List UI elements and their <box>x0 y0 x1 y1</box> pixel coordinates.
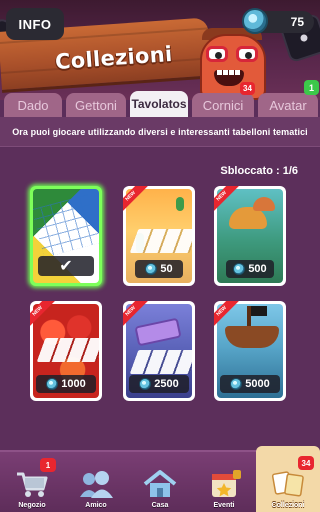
gem-icon <box>230 378 243 390</box>
unlocked-counter: Sbloccato : 1/6 <box>220 165 298 177</box>
board-card-jungle[interactable]: NEW 500 <box>214 186 286 286</box>
shop-notification-badge: 1 <box>40 458 56 472</box>
board-collection-grid: Sbloccato : 1/6 ✔ NEW 50 NEW 500 NEW 100… <box>0 148 320 450</box>
gem-icon <box>242 8 268 34</box>
nav-label: Amico <box>85 502 107 509</box>
collections-notification-badge: 34 <box>298 456 314 470</box>
gem-icon <box>233 263 246 275</box>
friends-icon <box>80 471 113 498</box>
cart-icon <box>17 472 48 497</box>
description-banner: Ora puoi giocare utilizzando diversi e i… <box>0 117 320 147</box>
price-tag: 50 <box>135 260 183 278</box>
mascot-avatar <box>192 26 274 100</box>
tab-tavolatos[interactable]: Tavolatos <box>130 91 188 117</box>
tab-gettoni[interactable]: Gettoni <box>66 93 126 117</box>
collection-tabs: Dado Gettoni Tavolatos Cornici Avatar <box>0 91 320 117</box>
bottom-nav: Negozio Amico Casa Eventi Collezioni 1 3… <box>0 446 320 512</box>
tab-avatar[interactable]: Avatar <box>258 93 318 117</box>
price-tag: 2500 <box>129 375 189 393</box>
board-card-pirate[interactable]: NEW 5000 <box>214 301 286 401</box>
gem-icon <box>139 378 152 390</box>
nav-label: Negozio <box>18 502 46 509</box>
price-value: 1000 <box>61 378 86 390</box>
price-value: 50 <box>160 263 173 275</box>
checkmark-icon: ✔ <box>38 256 94 276</box>
board-card-fruit[interactable]: NEW 1000 <box>30 301 102 401</box>
gem-icon <box>46 378 59 390</box>
home-icon <box>143 470 177 497</box>
nav-label: Eventi <box>213 502 235 509</box>
nav-label: Casa <box>151 502 169 509</box>
gem-balance[interactable]: 75 <box>242 8 314 34</box>
gem-icon <box>145 263 158 275</box>
price-tag: 500 <box>226 260 274 278</box>
price-tag: 1000 <box>36 375 96 393</box>
nav-casa[interactable]: Casa <box>128 452 192 512</box>
tab-cornici[interactable]: Cornici <box>192 93 254 117</box>
gem-count: 75 <box>290 15 304 29</box>
price-value: 2500 <box>154 378 179 390</box>
mascot-notification-badge: 34 <box>240 82 255 95</box>
price-value: 5000 <box>245 378 270 390</box>
price-tag: 5000 <box>220 375 280 393</box>
nav-amico[interactable]: Amico <box>64 452 128 512</box>
collections-icon <box>271 471 304 497</box>
board-card-ocean[interactable]: NEW 2500 <box>123 301 195 401</box>
board-card-desert[interactable]: NEW 50 <box>123 186 195 286</box>
avatar-tab-badge: 1 <box>304 80 319 95</box>
tab-dado[interactable]: Dado <box>4 93 62 117</box>
events-icon <box>212 470 241 497</box>
price-value: 500 <box>248 263 267 275</box>
nav-eventi[interactable]: Eventi <box>192 452 256 512</box>
nav-label: Collezioni <box>271 502 305 509</box>
board-card-classic[interactable]: ✔ <box>30 186 102 286</box>
info-button[interactable]: INFO <box>6 8 64 40</box>
